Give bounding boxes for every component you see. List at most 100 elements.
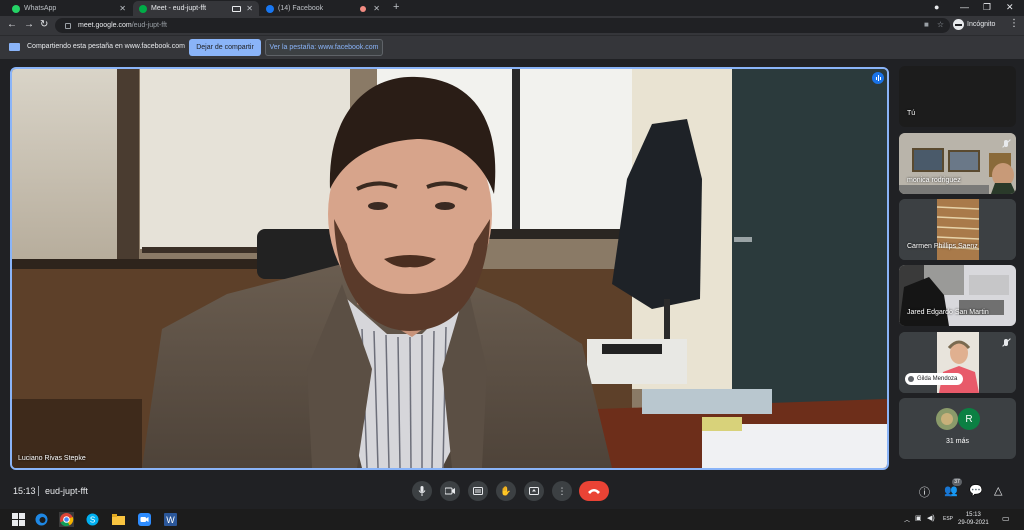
avatar: R (958, 408, 980, 430)
participant-tile[interactable]: Jared Edgardo San Martin (899, 265, 1016, 326)
close-icon[interactable]: ✕ (119, 4, 126, 13)
phone-hangup-icon (588, 489, 600, 494)
svg-text:W: W (166, 515, 175, 525)
zoom-app-icon[interactable] (138, 513, 151, 526)
participant-name: monica rodriguez (907, 177, 961, 184)
system-time: 15:13 (965, 512, 981, 518)
windows-start-icon[interactable] (12, 513, 25, 526)
url-path: /eud-jupt-fft (131, 22, 167, 29)
address-bar[interactable]: meet.google.com/eud-jupt-fft ■ ☆ (55, 18, 950, 33)
participant-name: Tú (907, 110, 916, 117)
incognito-icon (953, 19, 964, 30)
tab-title: WhatsApp (24, 5, 57, 12)
new-tab-button[interactable]: + (393, 1, 399, 13)
muted-icon (1001, 337, 1011, 347)
recording-icon (360, 5, 366, 12)
camera-indicator-icon[interactable]: ■ (924, 20, 929, 29)
info-icon[interactable]: ⓘ (919, 484, 930, 500)
skype-icon[interactable]: S (86, 513, 99, 526)
minimize-icon[interactable]: — (960, 2, 969, 12)
windows-taskbar: S W ︿ ▣ ◀) ESP 15:13 29-09-2021 ▭ (0, 509, 1024, 530)
participant-name: Carmen Phillips Saenz (907, 243, 978, 250)
more-participants-tile[interactable]: R 31 más (899, 398, 1016, 459)
tray-chevron-icon[interactable]: ︿ (904, 515, 910, 524)
people-count-badge: 37 (952, 478, 962, 486)
browser-menu-icon[interactable]: ⋮ (1009, 18, 1019, 29)
camera-button[interactable] (440, 481, 460, 501)
tab-title: (14) Facebook (278, 5, 324, 12)
raise-hand-button[interactable]: ✋ (496, 481, 516, 501)
volume-icon[interactable]: ◀) (927, 514, 935, 522)
reload-icon[interactable]: ↻ (40, 19, 48, 30)
more-participants-label: 31 más (946, 438, 969, 445)
avatar (936, 408, 958, 430)
captions-button[interactable] (468, 481, 488, 501)
muted-icon (1001, 138, 1011, 148)
participant-video (899, 133, 1016, 194)
participant-name-chip: Gilda Mendoza (905, 373, 964, 385)
incognito-label: Incógnito (967, 21, 996, 28)
activities-icon[interactable]: △ (994, 484, 1002, 497)
svg-text:S: S (90, 516, 95, 525)
close-icon[interactable]: ✕ (246, 4, 253, 13)
end-call-button[interactable] (579, 481, 609, 501)
tab-search-icon[interactable]: ● (934, 2, 939, 12)
participant-tile-self[interactable]: Tú (899, 66, 1016, 127)
facebook-icon (266, 4, 274, 13)
avatar (908, 376, 914, 382)
speaker-video (12, 69, 887, 468)
main-video-tile[interactable]: Luciano Rivas Stepke (10, 67, 889, 470)
more-options-button[interactable]: ⋮ (552, 481, 572, 501)
language-indicator[interactable]: ESP (943, 516, 953, 522)
notifications-icon[interactable]: ▭ (1002, 514, 1010, 523)
participant-tile[interactable]: monica rodriguez (899, 133, 1016, 194)
camera-icon (445, 487, 455, 495)
forward-icon[interactable]: → (24, 19, 34, 30)
chat-icon[interactable]: 💬 (969, 484, 983, 497)
meeting-code[interactable]: eud-jupt-fft (45, 486, 88, 496)
restore-icon[interactable]: ❐ (983, 2, 991, 13)
captions-icon (473, 487, 483, 495)
stop-sharing-button[interactable]: Dejar de compartir (189, 39, 261, 56)
share-infobar: Compartiendo esta pestaña en www.faceboo… (0, 35, 1024, 59)
divider (38, 486, 39, 496)
participant-tile[interactable]: Gilda Mendoza (899, 332, 1016, 393)
speaking-indicator-icon (872, 72, 884, 84)
whatsapp-icon (12, 4, 20, 13)
microphone-icon (418, 486, 426, 496)
word-icon[interactable]: W (164, 513, 177, 526)
participant-video (899, 265, 1016, 326)
tab-meet[interactable]: Meet - eud-jupt-fft ✕ (133, 1, 259, 16)
tab-sharing-icon (232, 5, 241, 12)
close-window-icon[interactable]: ✕ (1006, 2, 1014, 13)
participant-tile[interactable]: Carmen Phillips Saenz (899, 199, 1016, 260)
meeting-time: 15:13 (13, 486, 36, 496)
meeting-controls-bar: 15:13 eud-jupt-fft ✋ ⋮ ⓘ 👥 37 💬 △ (0, 477, 1024, 509)
tab-whatsapp[interactable]: WhatsApp ✕ (6, 1, 132, 16)
present-screen-button[interactable] (524, 481, 544, 501)
close-icon[interactable]: ✕ (373, 4, 380, 13)
bookmark-star-icon[interactable]: ☆ (937, 20, 944, 29)
tab-title: Meet - eud-jupt-fft (151, 5, 207, 12)
chrome-icon[interactable] (59, 512, 74, 527)
tab-facebook[interactable]: (14) Facebook ✕ (260, 1, 386, 16)
meet-icon (139, 4, 147, 13)
share-message: Compartiendo esta pestaña en www.faceboo… (27, 43, 185, 50)
url-host: meet.google.com (78, 22, 132, 29)
network-icon[interactable]: ▣ (915, 514, 922, 522)
view-shared-tab-button[interactable]: Ver la pestaña: www.facebook.com (265, 39, 383, 56)
browser-toolbar: ← → ↻ meet.google.com/eud-jupt-fft ■ ☆ I… (0, 16, 1024, 35)
back-icon[interactable]: ← (7, 19, 17, 30)
participant-video (899, 199, 1016, 260)
present-icon (529, 487, 539, 495)
microphone-button[interactable] (412, 481, 432, 501)
meet-stage: Luciano Rivas Stepke Tú monica rodriguez (0, 59, 1024, 509)
more-vert-icon: ⋮ (557, 485, 567, 496)
screen-share-icon (9, 43, 20, 51)
system-clock[interactable]: 15:13 29-09-2021 (958, 511, 989, 527)
tab-strip: WhatsApp ✕ Meet - eud-jupt-fft ✕ (14) Fa… (0, 0, 1024, 16)
participant-name: Jared Edgardo San Martin (907, 309, 989, 316)
edge-icon[interactable] (35, 513, 48, 526)
incognito-indicator[interactable]: Incógnito (953, 19, 995, 30)
file-explorer-icon[interactable] (112, 513, 125, 526)
